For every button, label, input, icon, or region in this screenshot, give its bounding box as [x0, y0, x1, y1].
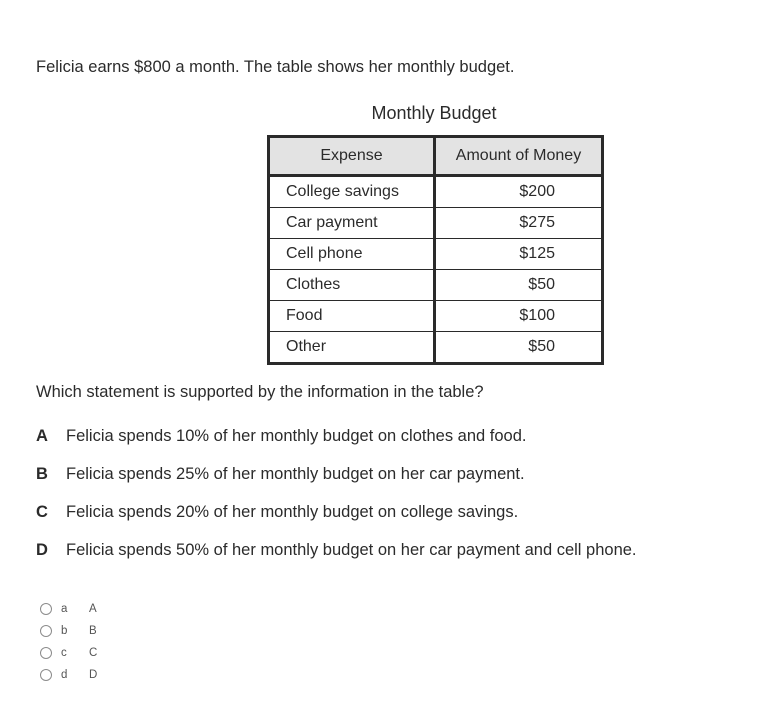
cell-amount: $100 [434, 300, 603, 332]
choice-letter: B [36, 465, 48, 483]
cell-expense: Clothes [268, 269, 436, 301]
option-label-upper: B [89, 625, 97, 637]
option-label-upper: D [89, 669, 98, 681]
option-label-upper: A [89, 603, 97, 615]
option-label-upper: C [89, 647, 98, 659]
option-label-lower: c [61, 647, 67, 659]
choice-text: Felicia spends 20% of her monthly budget… [66, 503, 519, 521]
answer-choice-b: B Felicia spends 25% of her monthly budg… [36, 463, 756, 501]
cell-expense: College savings [268, 175, 436, 208]
option-label-lower: b [61, 625, 68, 637]
radio-button-a-icon[interactable] [40, 603, 52, 615]
cell-expense: Food [268, 300, 436, 332]
choice-letter: A [36, 427, 48, 445]
choice-text: Felicia spends 50% of her monthly budget… [66, 541, 637, 559]
option-row-d[interactable]: d D [40, 664, 97, 686]
cell-amount: $275 [434, 207, 603, 239]
cell-amount: $125 [434, 238, 603, 270]
question-page: Felicia earns $800 a month. The table sh… [0, 0, 781, 718]
table-header: Expense Amount of Money [268, 136, 603, 177]
table-title: Monthly Budget [371, 103, 497, 123]
option-row-b[interactable]: b B [40, 620, 97, 642]
radio-button-c-icon[interactable] [40, 647, 52, 659]
table-row: Car payment $275 [268, 207, 603, 239]
table-body: College savings $200 Car payment $275 Ce… [268, 175, 603, 364]
column-header-expense: Expense [268, 136, 436, 177]
column-header-amount: Amount of Money [434, 136, 603, 177]
question-text: Which statement is supported by the info… [36, 383, 484, 401]
radio-button-b-icon[interactable] [40, 625, 52, 637]
cell-amount: $50 [434, 331, 603, 364]
option-row-c[interactable]: c C [40, 642, 97, 664]
choice-text: Felicia spends 10% of her monthly budget… [66, 427, 527, 445]
budget-table: Expense Amount of Money College savings … [267, 135, 604, 365]
cell-expense: Cell phone [268, 238, 436, 270]
cell-amount: $200 [434, 175, 603, 208]
choice-letter: C [36, 503, 48, 521]
table-row: College savings $200 [268, 175, 603, 208]
table-row: Other $50 [268, 331, 603, 364]
table-row: Clothes $50 [268, 269, 603, 301]
choice-text: Felicia spends 25% of her monthly budget… [66, 465, 525, 483]
answer-choice-c: C Felicia spends 20% of her monthly budg… [36, 501, 756, 539]
choice-letter: D [36, 541, 48, 559]
answer-option-group[interactable]: a A b B c C d D [40, 598, 97, 686]
radio-button-d-icon[interactable] [40, 669, 52, 681]
table-row: Cell phone $125 [268, 238, 603, 270]
answer-choice-list: A Felicia spends 10% of her monthly budg… [36, 425, 756, 577]
option-label-lower: d [61, 669, 68, 681]
cell-expense: Other [268, 331, 436, 364]
intro-text: Felicia earns $800 a month. The table sh… [36, 58, 515, 76]
cell-expense: Car payment [268, 207, 436, 239]
option-label-lower: a [61, 603, 68, 615]
cell-amount: $50 [434, 269, 603, 301]
table-header-row: Expense Amount of Money [268, 136, 603, 177]
table-row: Food $100 [268, 300, 603, 332]
answer-choice-a: A Felicia spends 10% of her monthly budg… [36, 425, 756, 463]
option-row-a[interactable]: a A [40, 598, 97, 620]
answer-choice-d: D Felicia spends 50% of her monthly budg… [36, 539, 756, 577]
